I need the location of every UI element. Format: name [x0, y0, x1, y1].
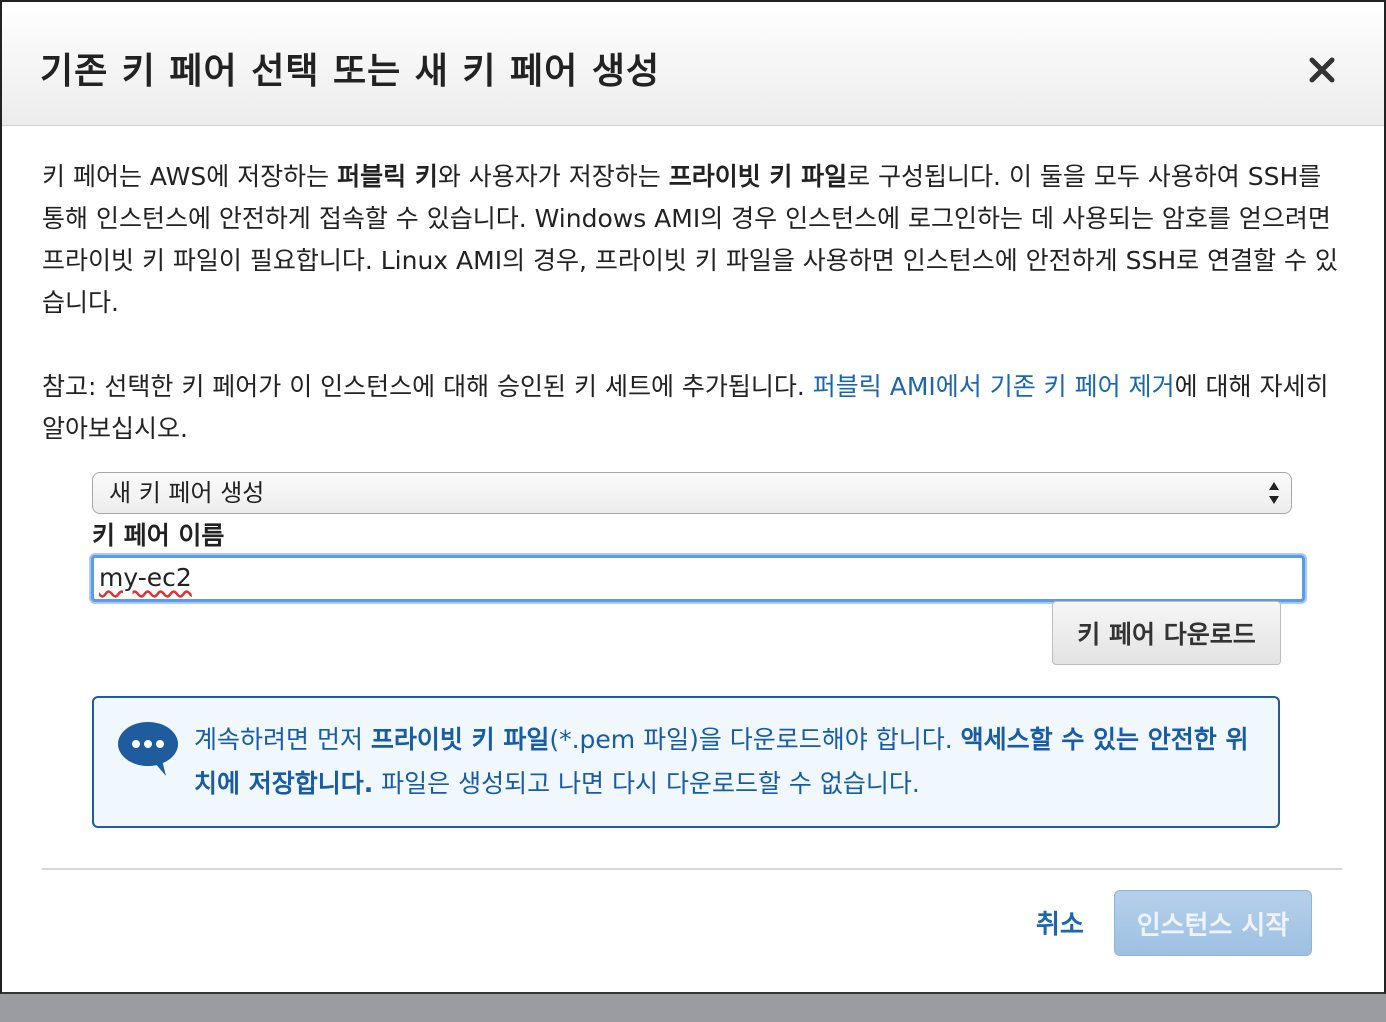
- alert-message: 계속하려면 먼저 프라이빗 키 파일(*.pem 파일)을 다운로드해야 합니다…: [194, 718, 1254, 806]
- info-alert: 계속하려면 먼저 프라이빗 키 파일(*.pem 파일)을 다운로드해야 합니다…: [92, 696, 1280, 828]
- alert-text-1: 계속하려면 먼저: [194, 725, 371, 754]
- note-paragraph: 참고: 선택한 키 페어가 이 인스턴스에 대해 승인된 키 세트에 추가됩니다…: [42, 366, 1342, 450]
- intro-text-1: 키 페어는 AWS에 저장하는: [42, 162, 338, 191]
- launch-instance-button[interactable]: 인스턴스 시작: [1114, 890, 1312, 956]
- intro-text-2: 와 사용자가 저장하는: [437, 162, 669, 191]
- intro-bold-public-key: 퍼블릭 키: [337, 162, 438, 191]
- dialog-title: 기존 키 페어 선택 또는 새 키 페어 생성: [40, 51, 661, 92]
- chat-bubble-icon: [118, 722, 178, 776]
- keypair-name-input[interactable]: my-ec2: [91, 555, 1305, 602]
- keypair-name-label: 키 페어 이름: [92, 521, 225, 550]
- note-text-1: 참고: 선택한 키 페어가 이 인스턴스에 대해 승인된 키 세트에 추가됩니다…: [42, 372, 813, 401]
- keypair-name-value: my-ec2: [99, 563, 192, 592]
- dialog-header: 기존 키 페어 선택 또는 새 키 페어 생성: [2, 2, 1384, 126]
- cancel-button[interactable]: 취소: [1036, 904, 1084, 941]
- alert-text-3: 파일은 생성되고 나면 다시 다운로드할 수 없습니다.: [373, 769, 920, 798]
- alert-bold-private-key: 프라이빗 키 파일: [370, 725, 550, 754]
- footer-divider: [42, 868, 1342, 870]
- remove-keypair-link[interactable]: 퍼블릭 AMI에서 기존 키 페어 제거: [813, 372, 1175, 401]
- select-arrows-icon: [1269, 482, 1279, 504]
- keypair-dialog: 기존 키 페어 선택 또는 새 키 페어 생성 키 페어는 AWS에 저장하는 …: [0, 0, 1386, 994]
- intro-bold-private-key-file: 프라이빗 키 파일: [668, 162, 848, 191]
- keypair-option-select[interactable]: 새 키 페어 생성: [92, 472, 1292, 514]
- close-icon[interactable]: [1302, 50, 1342, 90]
- alert-text-2: (*.pem 파일)을 다운로드해야 합니다.: [549, 725, 961, 754]
- intro-paragraph: 키 페어는 AWS에 저장하는 퍼블릭 키와 사용자가 저장하는 프라이빗 키 …: [42, 156, 1342, 324]
- keypair-option-selected: 새 키 페어 생성: [109, 479, 265, 507]
- download-keypair-button[interactable]: 키 페어 다운로드: [1052, 601, 1281, 665]
